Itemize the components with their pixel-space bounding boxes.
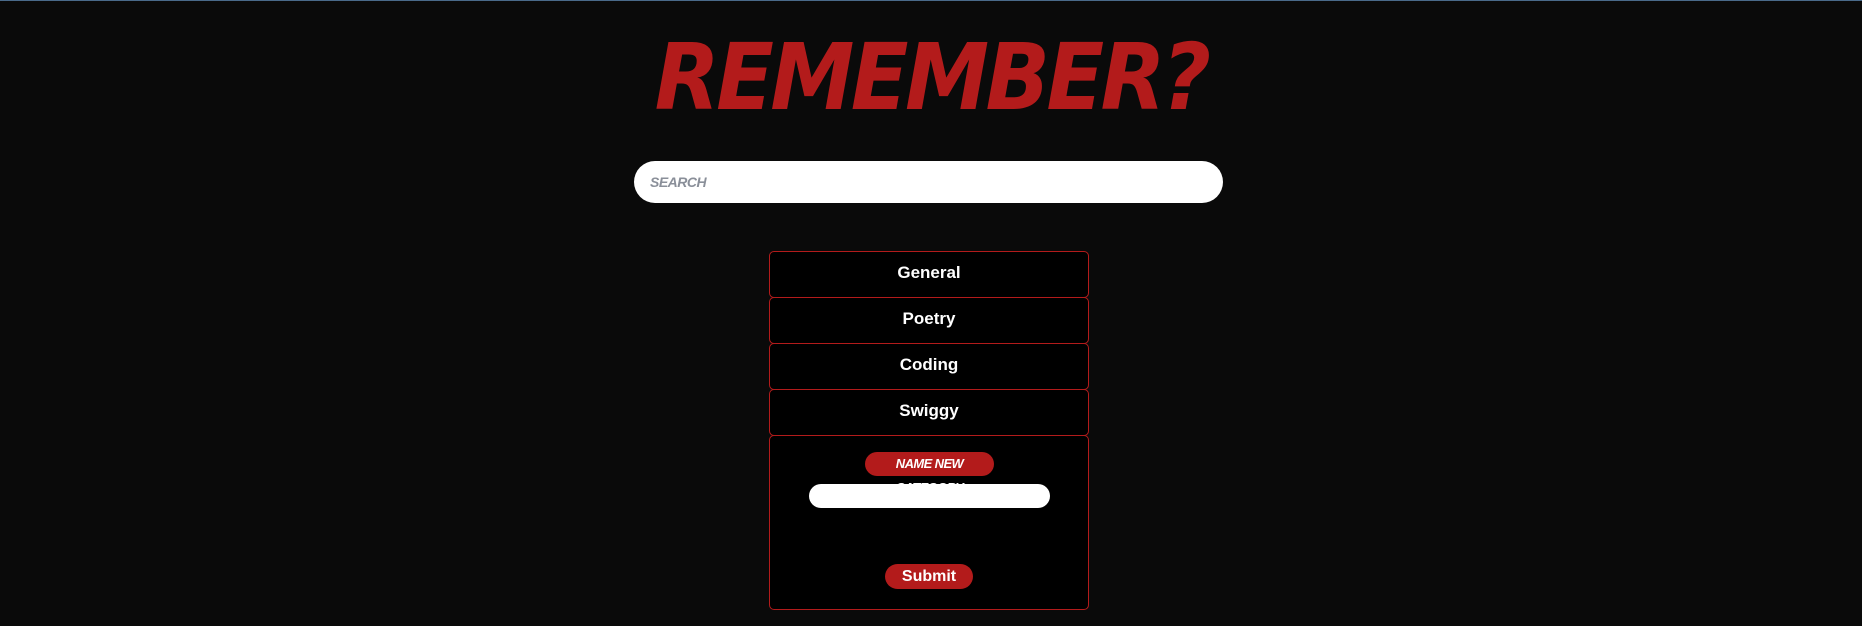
submit-button[interactable]: Submit	[885, 564, 973, 589]
search-input[interactable]	[634, 161, 1223, 203]
new-category-label: NAME NEW CATEGORY	[865, 452, 994, 495]
app-page: REMEMBER? General Poetry Coding Swiggy N…	[0, 0, 1862, 626]
category-item-poetry[interactable]: Poetry	[769, 297, 1089, 344]
window-top-border	[0, 0, 1862, 1]
new-category-form: NAME NEW CATEGORY Submit	[769, 435, 1089, 610]
category-list: General Poetry Coding Swiggy NAME NEW CA…	[769, 251, 1089, 610]
page-title: REMEMBER?	[654, 24, 1211, 131]
new-category-input[interactable]	[809, 484, 1050, 508]
category-item-coding[interactable]: Coding	[769, 343, 1089, 390]
category-item-swiggy[interactable]: Swiggy	[769, 389, 1089, 436]
category-item-general[interactable]: General	[769, 251, 1089, 298]
